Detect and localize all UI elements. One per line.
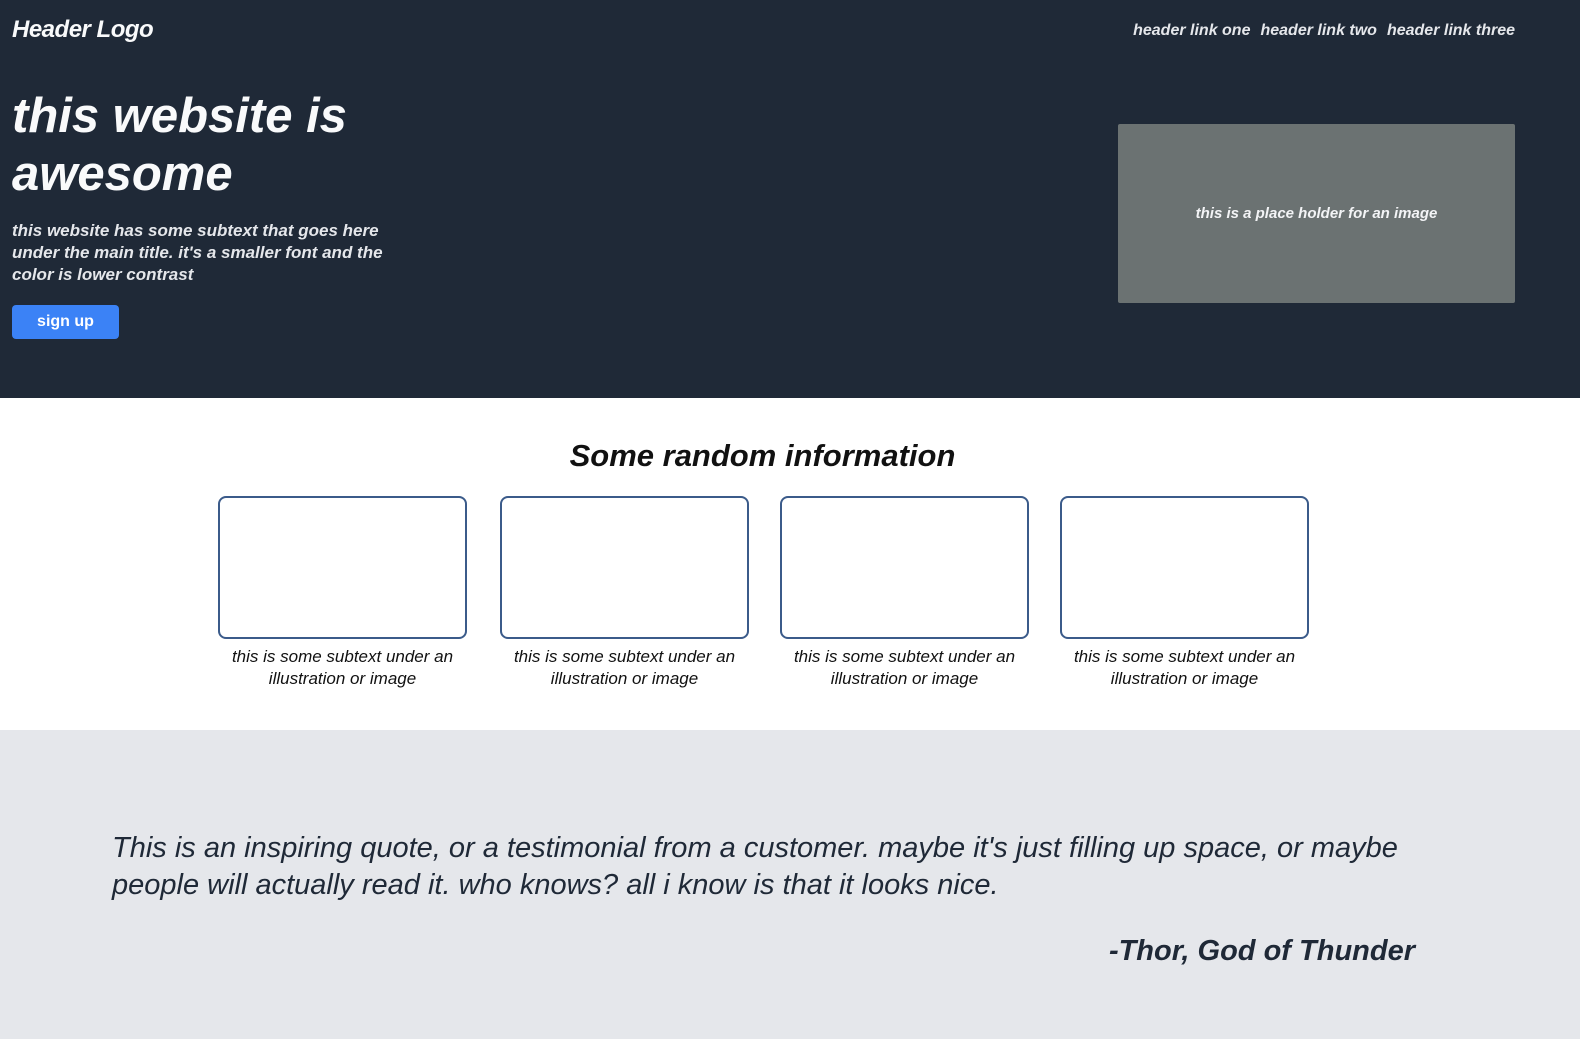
testimonial-quote: This is an inspiring quote, or a testimo… bbox=[112, 832, 1398, 901]
sign-up-button[interactable]: sign up bbox=[12, 305, 119, 339]
header-link-two[interactable]: header link two bbox=[1260, 22, 1376, 40]
image-placeholder: this is a place holder for an image bbox=[1118, 124, 1515, 303]
info-card-3-caption: this is some subtext under an illustrati… bbox=[793, 647, 1016, 688]
info-card-3 bbox=[780, 496, 1029, 639]
quote-author: -Thor, God of Thunder bbox=[1108, 935, 1415, 967]
header-nav: header link one header link two header l… bbox=[1133, 22, 1515, 40]
info-card-4 bbox=[1060, 496, 1309, 639]
info-title: Some random information bbox=[569, 438, 956, 473]
hero-subtext: this website has some subtext that goes … bbox=[12, 221, 383, 284]
info-card-1 bbox=[218, 496, 467, 639]
header-link-three[interactable]: header link three bbox=[1387, 22, 1515, 40]
info-card-4-caption: this is some subtext under an illustrati… bbox=[1073, 647, 1296, 688]
info-section: Some random information this is some sub… bbox=[0, 398, 1580, 730]
header-link-one[interactable]: header link one bbox=[1133, 22, 1250, 40]
header-logo[interactable]: Header Logo bbox=[12, 16, 154, 44]
quote-section: This is an inspiring quote, or a testimo… bbox=[0, 730, 1580, 1039]
info-card-2-caption: this is some subtext under an illustrati… bbox=[513, 647, 736, 688]
info-card-1-caption: this is some subtext under an illustrati… bbox=[231, 647, 454, 688]
image-placeholder-label: this is a place holder for an image bbox=[1195, 205, 1438, 222]
info-card-2 bbox=[500, 496, 749, 639]
hero-section: Header Logo header link one header link … bbox=[0, 0, 1580, 398]
hero-title: this website is awesome bbox=[12, 89, 347, 201]
